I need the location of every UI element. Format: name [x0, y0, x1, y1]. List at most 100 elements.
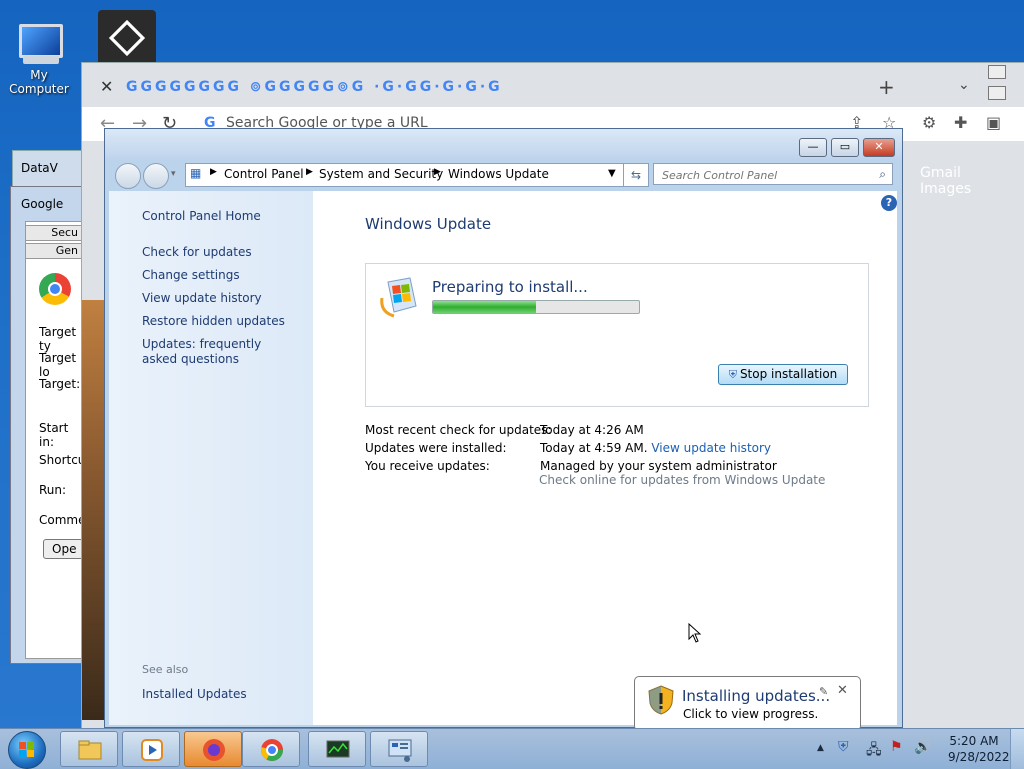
open-file-location-button[interactable]: Ope [43, 539, 83, 559]
chrome-tab-strip: ✕ GGGGGGGG ⊚GGGGG⊚G ·G·GG·G·G·G + ⌄ [82, 63, 1024, 107]
info-label: You receive updates: [365, 459, 490, 473]
chevron-down-icon[interactable]: ⌄ [958, 77, 970, 93]
main-pane: ? Windows Update Preparing to install...… [313, 191, 897, 725]
warning-shield-icon [648, 685, 674, 715]
check-online-link[interactable]: Check online for updates from Windows Up… [539, 473, 825, 487]
clock[interactable]: 5:20 AM 9/28/2022 [948, 733, 1010, 765]
volume-icon[interactable]: 🔊 [914, 739, 931, 755]
control-panel-icon [388, 739, 412, 762]
close-button[interactable]: ✕ [863, 138, 895, 157]
unity-icon [98, 10, 156, 68]
close-icon[interactable]: ✕ [837, 683, 848, 698]
minimize-button[interactable]: — [799, 138, 827, 157]
taskbar-task-manager[interactable] [308, 731, 366, 767]
clock-time: 5:20 AM [949, 734, 999, 748]
status-heading: Preparing to install... [432, 278, 588, 296]
search-input[interactable] [660, 165, 874, 185]
firefox-icon [203, 739, 225, 761]
forward-button[interactable] [143, 163, 169, 189]
minimize-icon[interactable] [988, 65, 1006, 79]
control-panel-icon: ▦ [190, 166, 202, 180]
uac-shield-icon: ⛨ [728, 368, 737, 381]
info-label: Updates were installed: [365, 441, 507, 455]
taskbar: ▲ ⛨ 🖧 ⚑ 🔊 5:20 AM 9/28/2022 [0, 728, 1024, 769]
view-update-history-link[interactable]: View update history [651, 441, 771, 455]
options-icon[interactable]: ✎ [819, 685, 828, 698]
address-breadcrumb[interactable]: ▦ ▶ Control Panel ▶ System and Security … [185, 163, 649, 187]
taskbar-media-player[interactable] [122, 731, 180, 767]
status-panel: Preparing to install... ⛨ Stop installati… [365, 263, 869, 407]
gmail-link[interactable]: Gmail [920, 165, 961, 181]
left-nav-pane: Control Panel Home Check for updates Cha… [109, 191, 313, 725]
info-value: Today at 4:59 AM. View update history [540, 441, 771, 455]
info-value: Managed by your system administrator [540, 459, 777, 473]
maximize-icon[interactable] [988, 86, 1006, 100]
back-button[interactable] [115, 163, 141, 189]
breadcrumb-arrow-icon[interactable]: ▶ [210, 167, 217, 177]
taskbar-control-panel[interactable] [370, 731, 428, 767]
windows-update-icon [380, 277, 417, 318]
maximize-button[interactable]: ▭ [831, 138, 859, 157]
tab-favicons[interactable]: GGGGGGGG ⊚GGGGG⊚G ·G·GG·G·G·G [126, 79, 503, 95]
nav-check-for-updates[interactable]: Check for updates [142, 245, 252, 260]
network-icon[interactable]: 🖧 [866, 739, 882, 763]
nav-installed-updates[interactable]: Installed Updates [142, 687, 247, 702]
nav-change-settings[interactable]: Change settings [142, 268, 240, 283]
sidepanel-icon[interactable]: ▣ [986, 113, 1001, 132]
computer-icon [13, 22, 65, 66]
tab-security[interactable]: Secu [25, 225, 83, 241]
search-control-panel[interactable]: ⌕ [653, 163, 893, 185]
breadcrumb-system-security[interactable]: System and Security [319, 167, 443, 181]
notification-balloon[interactable]: Installing updates... Click to view prog… [634, 676, 861, 731]
stop-installation-label: Stop installation [739, 367, 838, 381]
window-controls [987, 63, 1024, 100]
breadcrumb-control-panel[interactable]: Control Panel [224, 167, 304, 181]
balloon-subtitle: Click to view progress. [683, 707, 819, 721]
images-link[interactable]: Images [920, 181, 971, 197]
field-label: Run: [39, 483, 67, 497]
window-body: Control Panel Home Check for updates Cha… [109, 191, 897, 725]
help-icon[interactable]: ? [881, 195, 897, 211]
breadcrumb-arrow-icon[interactable]: ▶ [434, 167, 441, 177]
info-value-text: Today at 4:59 AM. [540, 441, 648, 455]
field-label: Start in: [39, 421, 69, 449]
recent-pages-icon[interactable]: ▾ [171, 169, 176, 179]
window-title: Google [21, 197, 64, 211]
folder-icon [78, 740, 102, 760]
monitor-chart-icon [326, 740, 350, 758]
nav-control-panel-home[interactable]: Control Panel Home [142, 209, 261, 224]
start-button[interactable] [8, 731, 46, 769]
nav-view-update-history[interactable]: View update history [142, 291, 262, 306]
windows-update-window[interactable]: — ▭ ✕ ▾ ▦ ▶ Control Panel ▶ System and S… [104, 128, 903, 728]
google-properties-window[interactable]: Google Secu Gen Target ty Target lo Targ… [10, 186, 93, 664]
extension-icon[interactable]: ⚙ [922, 113, 936, 132]
title-bar: — ▭ ✕ [105, 129, 902, 159]
address-dropdown-icon[interactable]: ▼ [608, 168, 616, 179]
install-progress-bar [432, 300, 640, 314]
taskbar-chrome[interactable] [242, 731, 300, 767]
show-desktop-button[interactable] [1010, 729, 1024, 769]
balloon-title: Installing updates... [682, 687, 831, 705]
show-hidden-icons-icon[interactable]: ▲ [817, 743, 824, 753]
desktop-icon-my-computer[interactable]: My Computer [0, 22, 78, 96]
taskbar-firefox[interactable] [184, 731, 242, 767]
close-tab-icon[interactable]: ✕ [100, 77, 113, 96]
new-tab-icon[interactable]: + [878, 75, 895, 99]
nav-updates-faq[interactable]: Updates: frequently asked questions [142, 337, 292, 367]
desktop-icon-unity[interactable] [88, 10, 166, 70]
action-center-icon[interactable]: ⚑ [890, 739, 903, 755]
info-value: Today at 4:26 AM [540, 423, 644, 437]
breadcrumb-arrow-icon[interactable]: ▶ [306, 167, 313, 177]
field-label: Target lo [39, 351, 77, 379]
field-label: Target ty [39, 325, 77, 353]
nav-restore-hidden-updates[interactable]: Restore hidden updates [142, 314, 285, 329]
taskbar-explorer[interactable] [60, 731, 118, 767]
chrome-icon [39, 273, 71, 305]
windows-update-tray-icon[interactable]: ⛨ [838, 739, 849, 755]
refresh-icon[interactable]: ⇆ [623, 163, 649, 187]
search-icon[interactable]: ⌕ [879, 167, 886, 182]
breadcrumb-windows-update[interactable]: Windows Update [448, 167, 549, 181]
stop-installation-button[interactable]: ⛨ Stop installation [718, 364, 848, 385]
tab-general[interactable]: Gen [25, 243, 83, 259]
puzzle-icon[interactable]: ✚ [954, 113, 967, 132]
